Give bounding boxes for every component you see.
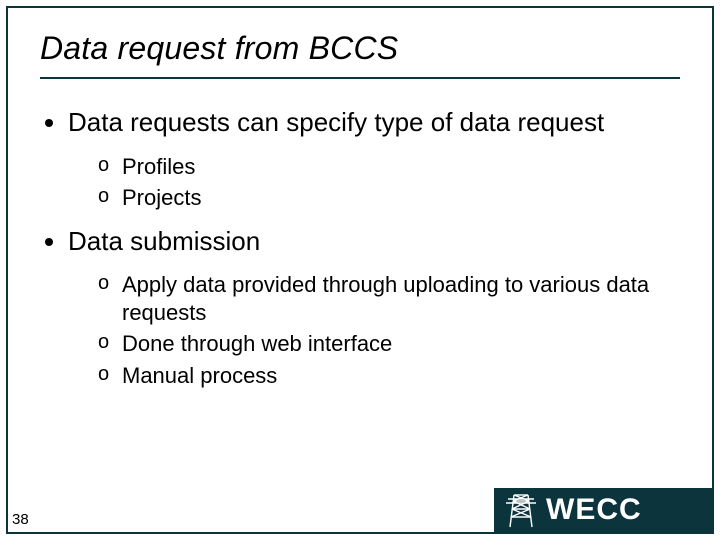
sub-text: Projects [122, 185, 201, 210]
sub-text: Done through web interface [122, 331, 392, 356]
sub-item: Projects [98, 184, 680, 212]
bullet-item: Data submission Apply data provided thro… [68, 226, 680, 390]
bullet-item: Data requests can specify type of data r… [68, 107, 680, 212]
sub-item: Manual process [98, 362, 680, 390]
sub-list: Profiles Projects [68, 153, 680, 212]
sub-text: Apply data provided through uploading to… [122, 272, 649, 325]
wecc-logo: WECC [494, 488, 712, 532]
sub-list: Apply data provided through uploading to… [68, 271, 680, 389]
tower-icon [504, 491, 538, 529]
sub-text: Profiles [122, 154, 195, 179]
sub-item: Apply data provided through uploading to… [98, 271, 680, 326]
slide-content: Data request from BCCS Data requests can… [6, 6, 714, 534]
bullet-list: Data requests can specify type of data r… [40, 107, 680, 389]
bullet-text: Data submission [68, 226, 260, 256]
sub-text: Manual process [122, 363, 277, 388]
title-rule [40, 77, 680, 79]
logo-text: WECC [546, 493, 642, 527]
page-number: 38 [12, 511, 29, 528]
bullet-text: Data requests can specify type of data r… [68, 107, 604, 137]
sub-item: Done through web interface [98, 330, 680, 358]
page-title: Data request from BCCS [40, 30, 680, 67]
sub-item: Profiles [98, 153, 680, 181]
